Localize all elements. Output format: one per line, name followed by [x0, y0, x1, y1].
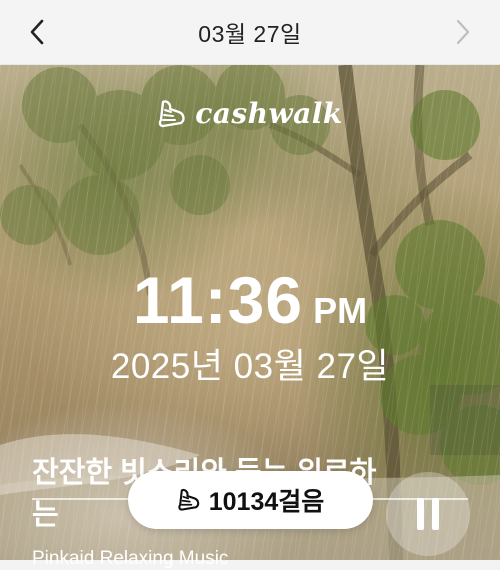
back-button[interactable] — [17, 12, 57, 52]
cashwalk-logo: cashwalk — [0, 97, 500, 130]
next-button[interactable] — [443, 12, 483, 52]
shoe-icon — [158, 99, 185, 127]
chevron-right-icon — [456, 19, 470, 45]
pause-icon — [417, 498, 424, 530]
clock-ampm: PM — [313, 290, 368, 331]
pause-icon-bar — [432, 498, 439, 530]
full-date: 2025년 03월 27일 — [110, 347, 390, 386]
logo-text: cashwalk — [195, 97, 343, 130]
step-count-label: 10134걸음 — [208, 488, 325, 516]
step-count-button[interactable]: 10134걸음 — [128, 471, 373, 529]
pause-button[interactable] — [386, 472, 470, 556]
clock-time: 11:36 — [132, 263, 304, 337]
track-artist: Pinkaid Relaxing Music — [32, 548, 229, 569]
top-nav-bar: 03월 27일 — [0, 0, 500, 65]
clock: 11:36 PM — [0, 262, 500, 338]
date-title: 03월 27일 — [198, 21, 302, 47]
shoe-icon — [178, 488, 199, 511]
chevron-left-icon — [30, 19, 44, 45]
